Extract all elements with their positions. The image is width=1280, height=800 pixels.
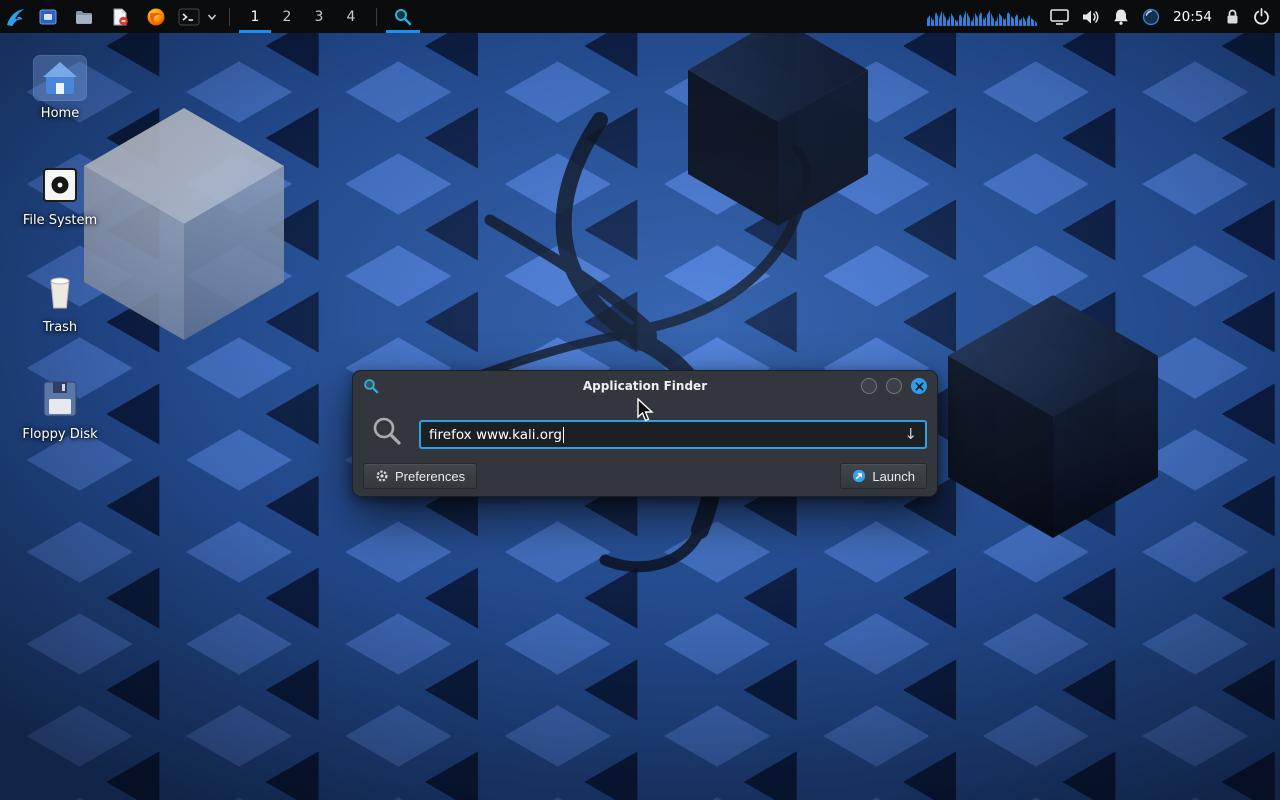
floppy-disk-icon [34,377,86,421]
launch-button[interactable]: Launch [840,463,927,489]
desktop-icon-trash[interactable]: Trash [12,270,108,335]
app-finder-task-button[interactable] [386,0,420,33]
launch-label: Launch [872,469,915,484]
panel-separator [376,8,377,26]
desktop-icon-label: File System [12,213,108,228]
terminal-dropdown[interactable] [204,0,220,33]
top-panel: 1 2 3 4 [0,0,1280,33]
notifications-tray-button[interactable] [1113,8,1129,25]
search-icon [371,415,403,447]
desktop-icon-label: Home [12,106,108,121]
firefox-button[interactable] [138,0,174,33]
panel-right: 20:54 [927,0,1280,33]
desktop-icon-file-system[interactable]: File System [12,163,108,228]
workspace-3-label: 3 [315,9,324,25]
minimize-button[interactable] [861,378,877,394]
maximize-button[interactable] [886,378,902,394]
combo-arrow-icon[interactable]: ↓ [898,427,917,442]
glass-cube [84,108,284,340]
lock-icon [1225,8,1240,25]
display-tray-button[interactable] [1050,9,1069,25]
workspace-4-label: 4 [347,9,356,25]
terminal-button[interactable] [174,0,204,33]
terminal-icon [178,7,200,27]
update-icon [1142,8,1160,26]
search-input[interactable]: firefox www.kali.org ↓ [419,420,927,449]
preferences-button[interactable]: Preferences [363,463,477,489]
lock-tray-button[interactable] [1225,8,1240,25]
launch-icon [852,469,866,483]
text-editor-icon [110,7,130,27]
window-icon [38,7,58,27]
workspace-3[interactable]: 3 [303,0,335,33]
desktop-icon-label: Trash [12,320,108,335]
file-manager-icon [74,7,94,27]
desktop-screen: 1 2 3 4 [0,0,1280,800]
file-system-icon [34,163,86,207]
workspace-1-label: 1 [251,9,260,25]
application-finder-window: Application Finder firefox www.kali.org … [352,370,938,497]
window-list-button[interactable] [30,0,66,33]
volume-tray-button[interactable] [1082,9,1100,25]
update-tray-button[interactable] [1142,8,1160,26]
trash-icon [34,270,86,314]
desktop-icon-home[interactable]: Home [12,56,108,121]
search-input-value: firefox www.kali.org [429,427,562,443]
gear-icon [375,469,389,483]
desktop-icon-floppy-disk[interactable]: Floppy Disk [12,377,108,442]
panel-left: 1 2 3 4 [0,0,420,33]
workspace-2-label: 2 [283,9,292,25]
notifications-icon [1113,8,1129,25]
titlebar[interactable]: Application Finder [353,371,937,401]
close-icon [915,382,924,391]
file-manager-button[interactable] [66,0,102,33]
preferences-label: Preferences [395,469,465,484]
obsidian-cube [688,18,868,226]
audio-spectrum[interactable] [927,6,1037,28]
panel-separator [229,8,230,26]
chevron-down-icon [207,12,217,22]
close-button[interactable] [911,378,927,394]
app-finder-task-icon [394,8,412,26]
obsidian-cube [948,295,1158,538]
volume-icon [1082,9,1100,25]
power-icon [1253,8,1270,25]
button-row: Preferences Launch [363,463,927,490]
kali-menu-icon [4,6,26,28]
kali-menu-button[interactable] [0,0,30,33]
workspace-1[interactable]: 1 [239,0,271,33]
text-cursor [563,427,565,443]
desktop-icon-label: Floppy Disk [12,427,108,442]
workspace-2[interactable]: 2 [271,0,303,33]
window-title: Application Finder [353,379,937,393]
home-icon [34,56,86,100]
firefox-icon [146,7,166,27]
power-tray-button[interactable] [1253,8,1270,25]
clock[interactable]: 20:54 [1173,9,1212,25]
workspace-4[interactable]: 4 [335,0,367,33]
window-controls [861,378,927,394]
text-editor-button[interactable] [102,0,138,33]
display-icon [1050,9,1069,25]
